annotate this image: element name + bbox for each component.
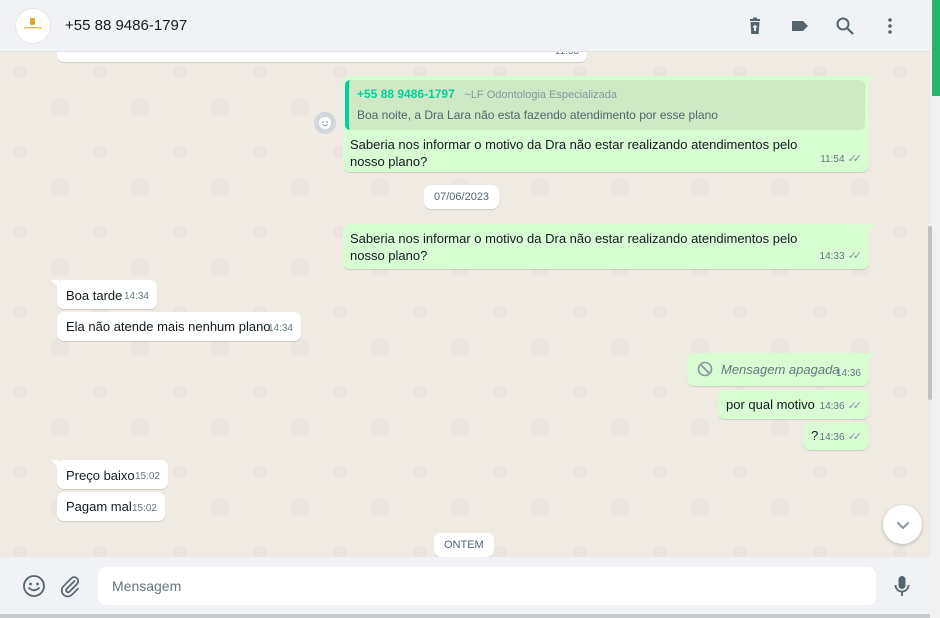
paperclip-icon bbox=[60, 575, 80, 597]
accent-strip bbox=[932, 0, 940, 96]
double-check-icon: ✓✓ bbox=[847, 431, 863, 443]
message-bubble[interactable]: Pagam mal 15:02 bbox=[57, 492, 165, 521]
window-bottom-border bbox=[0, 614, 930, 618]
quoted-author: +55 88 9486-1797 bbox=[357, 87, 455, 101]
message-time: 14:33 ✓✓ bbox=[820, 248, 863, 265]
double-check-icon: ✓✓ bbox=[847, 250, 863, 262]
message-text: Saberia nos informar o motivo da Dra não… bbox=[350, 137, 798, 169]
double-check-icon: ✓✓ bbox=[847, 400, 863, 412]
blocked-icon bbox=[697, 361, 713, 377]
message-bubble[interactable]: ? 14:36 ✓✓ bbox=[803, 422, 869, 450]
message-bubble[interactable]: 11:53 bbox=[57, 52, 587, 62]
quoted-message[interactable]: +55 88 9486-1797 ~LF Odontologia Especia… bbox=[345, 80, 865, 130]
message-text: Mensagem apagada bbox=[721, 362, 840, 377]
message-time: 15:02 bbox=[134, 471, 160, 482]
label-icon bbox=[791, 20, 808, 31]
search-button[interactable] bbox=[822, 6, 867, 46]
delete-icon bbox=[749, 17, 760, 34]
message-bubble[interactable]: Mensagem apagada 14:36 bbox=[687, 353, 875, 386]
chevron-down-icon bbox=[896, 521, 909, 529]
menu-icon bbox=[887, 17, 892, 34]
message-text: Ela não atende mais nenhum plano bbox=[66, 319, 271, 334]
header-actions bbox=[732, 6, 912, 46]
message-time: 11:54 ✓✓ bbox=[820, 151, 863, 168]
search-icon bbox=[836, 17, 854, 35]
logo-icon bbox=[24, 17, 42, 28]
message-text: Saberia nos informar o motivo da Dra não… bbox=[350, 231, 798, 263]
date-divider: ONTEM bbox=[434, 533, 494, 557]
scroll-to-bottom-button[interactable] bbox=[883, 505, 922, 544]
scrollbar-thumb[interactable] bbox=[928, 226, 932, 400]
label-button[interactable] bbox=[777, 6, 822, 46]
delete-button[interactable] bbox=[732, 6, 777, 46]
quoted-text: Boa noite, a Dra Lara não esta fazendo a… bbox=[357, 108, 718, 122]
message-bubble[interactable]: +55 88 9486-1797 ~LF Odontologia Especia… bbox=[343, 76, 875, 172]
reaction-button[interactable] bbox=[314, 112, 336, 134]
message-time: 14:36 bbox=[835, 368, 861, 379]
emoji-button[interactable] bbox=[16, 568, 52, 604]
double-check-icon: ✓✓ bbox=[847, 153, 863, 165]
quoted-group: ~LF Odontologia Especializada bbox=[464, 89, 617, 101]
contact-avatar[interactable] bbox=[15, 7, 51, 44]
date-divider: 07/06/2023 bbox=[424, 185, 500, 209]
message-time: 14:36 ✓✓ bbox=[820, 398, 863, 415]
message-time: 14:34 bbox=[267, 323, 293, 334]
message-time: 14:34 bbox=[123, 291, 149, 302]
microphone-icon bbox=[894, 575, 910, 596]
message-time: 14:36 ✓✓ bbox=[820, 429, 863, 446]
message-bubble[interactable]: Boa tarde 14:34 bbox=[51, 280, 157, 309]
attach-button[interactable] bbox=[52, 568, 88, 604]
message-bubble[interactable]: Preço baixo 15:02 bbox=[51, 460, 168, 489]
chat-header: +55 88 9486-1797 bbox=[0, 0, 930, 52]
message-list[interactable]: 11:53 +55 88 9486-1797 ~LF Odontologia E… bbox=[0, 52, 930, 557]
menu-button[interactable] bbox=[867, 6, 912, 46]
emoji-icon bbox=[23, 574, 45, 597]
message-input[interactable] bbox=[98, 566, 876, 605]
contact-name[interactable]: +55 88 9486-1797 bbox=[65, 17, 187, 34]
message-bubble[interactable]: Ela não atende mais nenhum plano 14:34 bbox=[57, 312, 301, 341]
message-time: 11:53 bbox=[555, 52, 579, 60]
message-bubble[interactable]: Saberia nos informar o motivo da Dra não… bbox=[343, 224, 875, 269]
voice-message-button[interactable] bbox=[884, 568, 920, 604]
emoji-icon bbox=[319, 117, 331, 129]
compose-bar bbox=[0, 557, 930, 614]
message-bubble[interactable]: por qual motivo 14:36 ✓✓ bbox=[718, 390, 869, 419]
message-time: 15:02 bbox=[131, 503, 157, 514]
